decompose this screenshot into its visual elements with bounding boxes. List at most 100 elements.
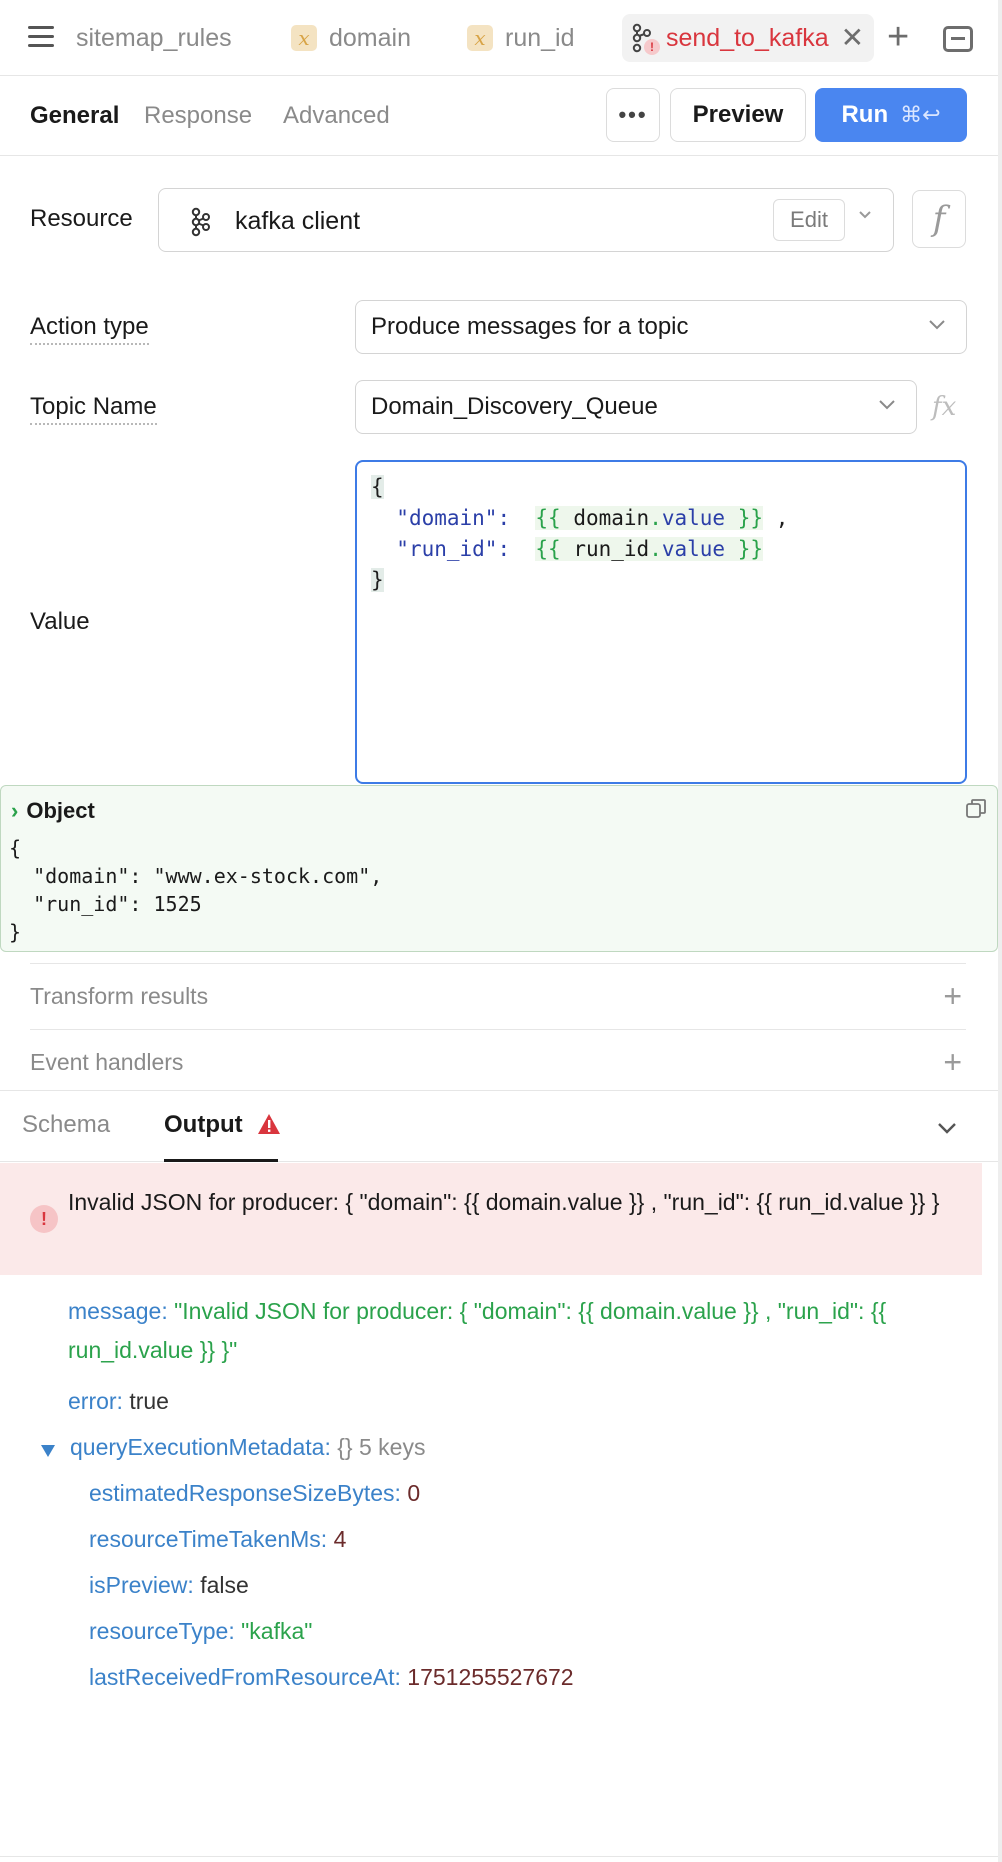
error-banner: ! Invalid JSON for producer: { "domain":…	[0, 1163, 982, 1275]
run-button[interactable]: Run ⌘↩	[815, 88, 967, 142]
tab-output[interactable]: Output	[164, 1111, 281, 1139]
value-code-editor[interactable]: { "domain": {{ domain.value }} , "run_id…	[355, 460, 967, 784]
result-key: message:	[68, 1298, 168, 1324]
chevron-down-icon	[879, 400, 895, 410]
run-label: Run	[841, 101, 889, 128]
metadata-row: isPreview: false	[89, 1566, 249, 1605]
metadata-key: estimatedResponseSizeBytes:	[89, 1480, 401, 1506]
more-options-button[interactable]: •••	[606, 88, 660, 142]
query-tab-bar: sitemap_rules x domain x run_id ! send_t…	[0, 0, 998, 76]
active-tab-indicator	[164, 1159, 278, 1162]
topic-name-value: Domain_Discovery_Queue	[371, 393, 658, 420]
metadata-row: resourceTimeTakenMs: 4	[89, 1520, 346, 1559]
tab-sitemap-rules[interactable]: sitemap_rules	[76, 0, 232, 76]
metadata-value: 4	[333, 1526, 347, 1552]
event-handlers-label: Event handlers	[30, 1049, 184, 1075]
add-tab-icon[interactable]: +	[887, 18, 909, 56]
template-close: }}	[737, 506, 764, 530]
tab-run-id[interactable]: x run_id	[467, 0, 575, 76]
copy-icon[interactable]	[965, 798, 987, 820]
menu-icon[interactable]	[28, 26, 54, 50]
result-key: error:	[68, 1388, 123, 1414]
metadata-key: resourceType:	[89, 1618, 235, 1644]
metadata-value: "kafka"	[241, 1618, 313, 1644]
resource-label: Resource	[30, 205, 133, 232]
metadata-row: estimatedResponseSizeBytes: 0	[89, 1474, 420, 1513]
action-type-select[interactable]: Produce messages for a topic	[355, 300, 967, 354]
template-property: value	[661, 506, 726, 530]
resource-value: kafka client	[235, 207, 361, 235]
query-subbar: General Response Advanced ••• Preview Ru…	[0, 76, 998, 156]
tab-label: sitemap_rules	[76, 23, 232, 52]
kafka-icon: !	[630, 23, 660, 55]
template-object: domain	[573, 506, 650, 530]
tab-label: domain	[329, 23, 411, 52]
tab-send-to-kafka[interactable]: ! send_to_kafka ✕	[622, 14, 875, 62]
metadata-value: 0	[407, 1480, 421, 1506]
error-icon: !	[30, 1205, 58, 1233]
result-summary: {} 5 keys	[337, 1434, 426, 1460]
event-handlers-row[interactable]: Event handlers +	[30, 1029, 966, 1095]
resource-select[interactable]: kafka client Edit	[158, 188, 894, 252]
transform-results-row[interactable]: Transform results +	[30, 963, 966, 1029]
variable-icon: x	[291, 25, 317, 51]
warning-icon	[258, 1114, 281, 1134]
code-template-domain: {{ domain.value }}	[535, 506, 764, 530]
chevron-down-icon[interactable]	[857, 207, 873, 228]
preview-button[interactable]: Preview	[670, 88, 806, 142]
metadata-key: lastReceivedFromResourceAt:	[89, 1664, 401, 1690]
tab-advanced[interactable]: Advanced	[283, 102, 390, 130]
metadata-row: resourceType: "kafka"	[89, 1612, 312, 1651]
evaluated-preview-panel: › Object { "domain": "www.ex-stock.com", …	[0, 785, 998, 952]
tab-domain[interactable]: x domain	[291, 0, 411, 76]
chevron-down-icon[interactable]	[936, 1117, 958, 1139]
metadata-key: isPreview:	[89, 1572, 194, 1598]
result-value: "Invalid JSON for producer: { "domain": …	[68, 1298, 887, 1363]
template-open: {{	[535, 506, 561, 530]
preview-title: Object	[26, 798, 95, 823]
error-badge-icon: !	[644, 39, 660, 55]
error-message: Invalid JSON for producer: { "domain": {…	[68, 1189, 940, 1215]
variable-icon: x	[467, 25, 493, 51]
fx-icon[interactable]: fx	[932, 392, 956, 422]
template-object: run_id	[573, 537, 650, 561]
action-type-label: Action type	[30, 313, 149, 345]
chevron-down-icon	[929, 320, 945, 330]
topic-name-select[interactable]: Domain_Discovery_Queue	[355, 380, 917, 434]
divider	[0, 1856, 998, 1857]
metadata-row: lastReceivedFromResourceAt: 175125552767…	[89, 1658, 574, 1697]
collapse-panel-icon[interactable]	[943, 26, 973, 52]
template-close: }}	[737, 537, 764, 561]
output-tab-label: Output	[164, 1111, 243, 1138]
tab-general[interactable]: General	[30, 102, 119, 130]
code-brace-close: }	[371, 568, 384, 592]
tab-response[interactable]: Response	[144, 102, 252, 130]
tab-label: send_to_kafka	[666, 23, 829, 52]
result-error-row: error: true	[68, 1382, 169, 1421]
result-value: true	[129, 1388, 169, 1414]
chevron-right-icon: ›	[11, 798, 19, 823]
close-icon[interactable]: ✕	[841, 24, 864, 52]
code-brace-open: {	[371, 475, 384, 499]
tab-schema[interactable]: Schema	[22, 1111, 110, 1139]
kafka-icon	[189, 207, 213, 237]
edit-resource-button[interactable]: Edit	[773, 199, 845, 241]
metadata-key: resourceTimeTakenMs:	[89, 1526, 328, 1552]
tab-label: run_id	[505, 23, 575, 52]
caret-down-icon[interactable]	[40, 1444, 56, 1458]
plus-icon[interactable]: +	[943, 1044, 962, 1081]
result-metadata-row[interactable]: queryExecutionMetadata: {} 5 keys	[70, 1428, 425, 1467]
function-icon[interactable]: f	[912, 190, 966, 248]
plus-icon[interactable]: +	[943, 978, 962, 1015]
code-key-run-id: "run_id":	[396, 537, 511, 561]
template-property: value	[661, 537, 726, 561]
preview-header[interactable]: › Object	[11, 798, 95, 824]
preview-body: { "domain": "www.ex-stock.com", "run_id"…	[9, 836, 383, 944]
scrollbar[interactable]	[998, 0, 1002, 1862]
action-type-value: Produce messages for a topic	[371, 313, 689, 340]
transform-results-label: Transform results	[30, 983, 209, 1009]
code-comma: ,	[775, 506, 789, 530]
template-open: {{	[535, 537, 561, 561]
result-key: queryExecutionMetadata:	[70, 1434, 331, 1460]
topic-name-label: Topic Name	[30, 393, 157, 425]
